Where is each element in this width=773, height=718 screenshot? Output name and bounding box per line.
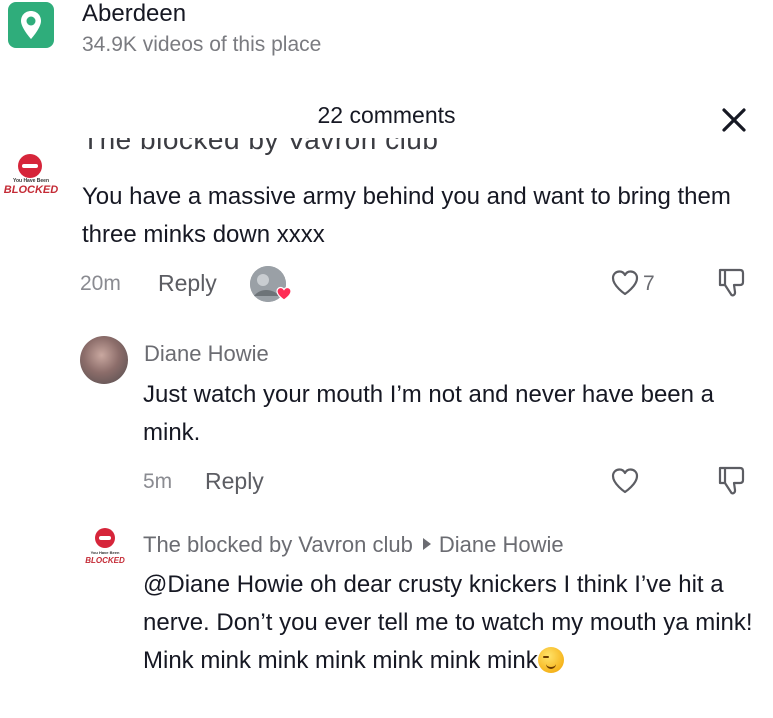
comment-timestamp: 20m bbox=[80, 272, 121, 295]
no-entry-icon bbox=[95, 528, 115, 548]
thumbs-down-icon bbox=[718, 268, 745, 297]
reply-to-arrow-icon bbox=[422, 538, 431, 550]
reply-to-username[interactable]: Diane Howie bbox=[439, 532, 564, 557]
mention-link[interactable]: @Diane Howie bbox=[143, 571, 303, 598]
avatar-blocked-text: BLOCKED bbox=[3, 184, 59, 196]
creator-liked-avatar bbox=[250, 266, 292, 302]
heart-outline-icon bbox=[611, 468, 639, 494]
reply-username[interactable]: The blocked by Vavron club bbox=[143, 532, 413, 557]
location-title[interactable]: Aberdeen bbox=[82, 0, 186, 28]
heart-outline-icon bbox=[611, 270, 639, 296]
reply-text: @Diane Howie oh dear crusty knickers I t… bbox=[143, 566, 768, 680]
avatar-blocked-text: BLOCKED bbox=[85, 556, 125, 565]
location-pin-icon bbox=[8, 2, 54, 48]
avatar[interactable]: You Have Been BLOCKED bbox=[2, 150, 60, 208]
close-icon bbox=[722, 108, 746, 132]
close-button[interactable] bbox=[712, 100, 754, 140]
reply-button[interactable]: Reply bbox=[205, 468, 264, 495]
reply-text: Just watch your mouth I’m not and never … bbox=[143, 381, 714, 446]
avatar[interactable] bbox=[80, 336, 128, 384]
reply-header: The blocked by Vavron club Diane Howie bbox=[143, 532, 564, 558]
reply-username[interactable]: Diane Howie bbox=[144, 341, 269, 367]
like-count: 7 bbox=[643, 272, 655, 295]
dislike-button[interactable] bbox=[716, 464, 748, 503]
no-entry-icon bbox=[18, 154, 42, 178]
reply-timestamp: 5m bbox=[143, 470, 173, 493]
smirk-emoji-icon bbox=[537, 647, 564, 673]
location-video-count: 34.9K videos of this place bbox=[82, 33, 322, 56]
comment-username[interactable]: The blocked by Vavron club bbox=[82, 138, 502, 162]
avatar-small-text: You Have Been bbox=[90, 550, 120, 555]
comments-count: 22 comments bbox=[317, 102, 456, 128]
comment-username-text: The blocked by Vavron club bbox=[82, 138, 439, 155]
reply-button[interactable]: Reply bbox=[158, 270, 217, 297]
like-button[interactable] bbox=[610, 466, 640, 501]
heart-icon bbox=[276, 286, 292, 301]
avatar[interactable]: You Have Been BLOCKED bbox=[82, 526, 128, 572]
like-button[interactable] bbox=[610, 268, 640, 303]
thumbs-down-icon bbox=[718, 466, 745, 495]
dislike-button[interactable] bbox=[716, 266, 748, 305]
comment-text: You have a massive army behind you and w… bbox=[82, 183, 731, 248]
